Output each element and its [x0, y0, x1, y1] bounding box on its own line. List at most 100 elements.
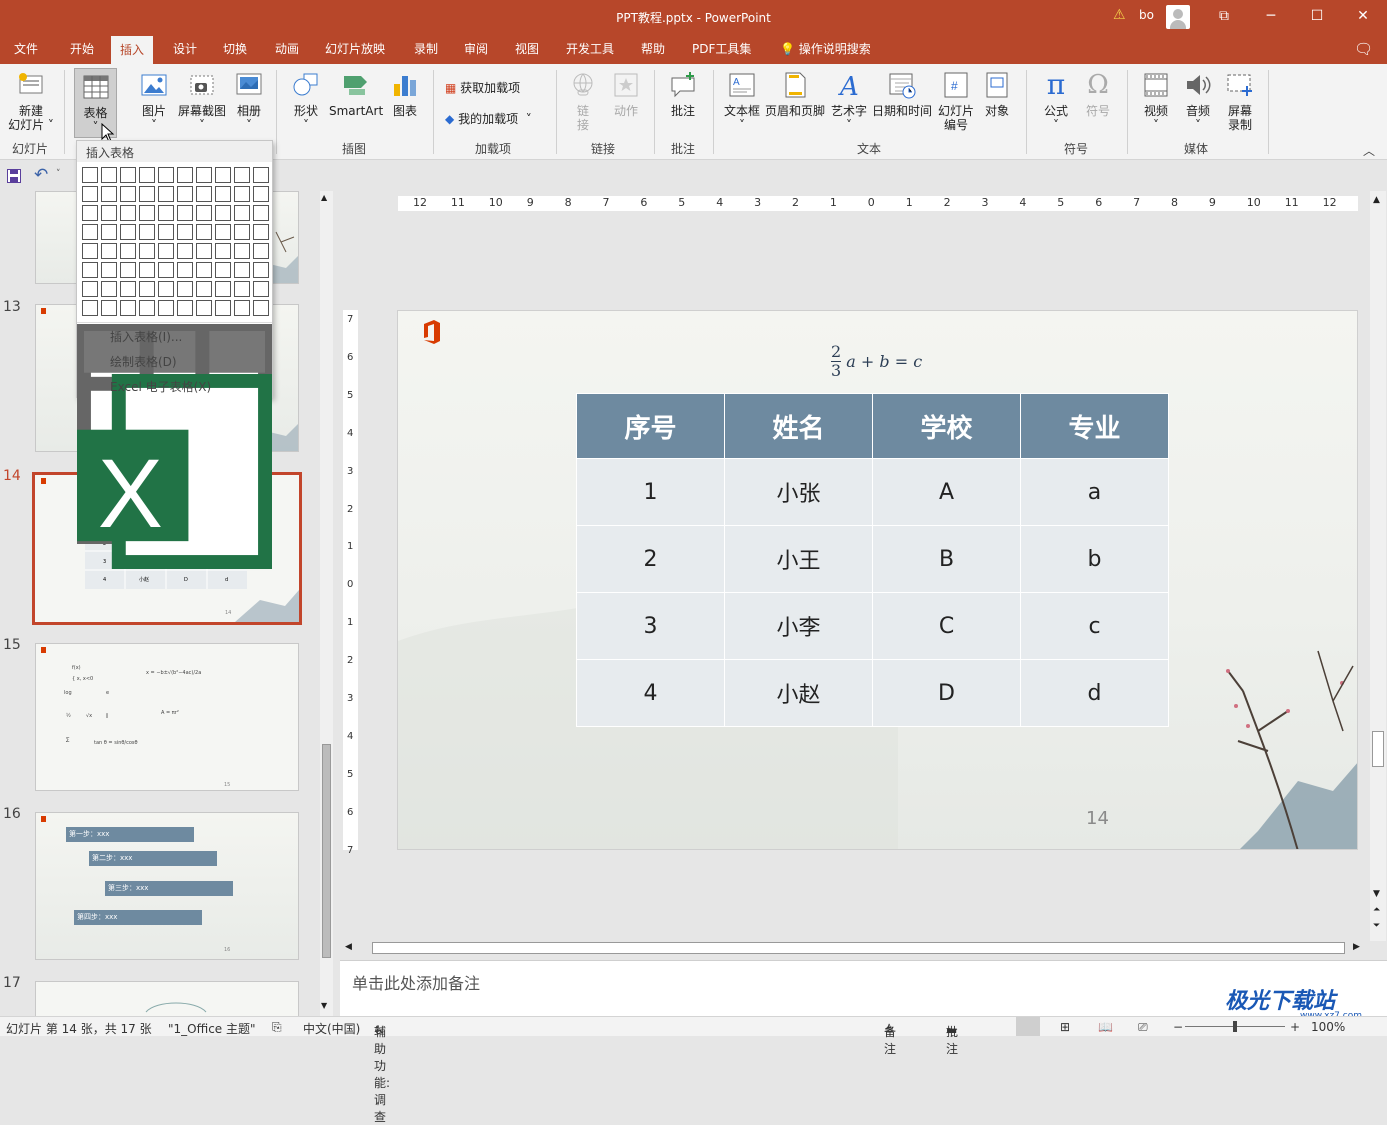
table-grid-cell[interactable]	[139, 262, 155, 278]
table-cell[interactable]: A	[872, 458, 1021, 526]
comment-button[interactable]: 批注	[665, 70, 701, 118]
table-cell[interactable]: C	[872, 592, 1021, 660]
table-grid-cell[interactable]	[101, 262, 117, 278]
table-grid-cell[interactable]	[215, 186, 231, 202]
table-header[interactable]: 姓名	[724, 393, 873, 459]
slide-canvas[interactable]: 2 3 a + b = c 序号 姓名 学校 专业 1 小张 Aa 2 小王 Bb 3小…	[397, 310, 1358, 850]
table-grid-cell[interactable]	[120, 243, 136, 259]
table-grid-cell[interactable]	[101, 281, 117, 297]
table-grid-cell[interactable]	[234, 186, 250, 202]
editor-vertical-scrollbar[interactable]: ▲ ▼ ⏶ ⏷	[1370, 191, 1386, 941]
collapse-ribbon-icon[interactable]: ︿	[1363, 142, 1375, 159]
table-grid-cell[interactable]	[139, 186, 155, 202]
table-grid-cell[interactable]	[82, 167, 98, 183]
video-button[interactable]: 视频 ˅	[1138, 70, 1174, 132]
action-button[interactable]: 动作	[608, 70, 644, 118]
zoom-level[interactable]: 100%	[1311, 1020, 1345, 1034]
table-cell[interactable]: c	[1020, 592, 1169, 660]
scrollbar-thumb[interactable]	[372, 942, 1345, 954]
previous-slide-icon[interactable]: ⏶	[1373, 905, 1380, 915]
table-grid-cell[interactable]	[120, 167, 136, 183]
my-addins-button[interactable]: ◆ 我的加载项 ˅	[445, 110, 532, 127]
tab-file[interactable]: 文件	[12, 34, 40, 64]
table-grid-cell[interactable]	[120, 224, 136, 240]
table-grid-cell[interactable]	[215, 281, 231, 297]
table-grid-cell[interactable]	[158, 300, 174, 316]
table-grid-cell[interactable]	[101, 300, 117, 316]
table-grid-cell[interactable]	[215, 167, 231, 183]
table-cell[interactable]: 1	[576, 458, 725, 526]
table-grid-cell[interactable]	[120, 262, 136, 278]
table-cell[interactable]: 小张	[724, 458, 873, 526]
table-grid-cell[interactable]	[158, 167, 174, 183]
table-cell[interactable]: 4	[576, 659, 725, 727]
table-grid-cell[interactable]	[82, 281, 98, 297]
table-header[interactable]: 学校	[872, 393, 1021, 459]
undo-icon[interactable]: ↶	[34, 165, 48, 185]
wordart-button[interactable]: A 艺术字 ˅	[829, 70, 869, 132]
reading-view-icon[interactable]: 📖	[1098, 1020, 1113, 1034]
photo-album-button[interactable]: 相册 ˅	[230, 70, 268, 132]
table-grid-cell[interactable]	[253, 281, 269, 297]
table-header[interactable]: 专业	[1020, 393, 1169, 459]
scroll-left-icon[interactable]: ◀	[345, 942, 352, 952]
table-grid-cell[interactable]	[158, 281, 174, 297]
tab-home[interactable]: 开始	[68, 34, 96, 64]
zoom-out-button[interactable]: −	[1173, 1020, 1183, 1034]
tab-animations[interactable]: 动画	[273, 34, 301, 64]
table-grid-cell[interactable]	[82, 243, 98, 259]
table-grid-cell[interactable]	[82, 300, 98, 316]
table-grid-cell[interactable]	[177, 167, 193, 183]
scroll-right-icon[interactable]: ▶	[1353, 942, 1360, 952]
link-button[interactable]: 链接	[566, 70, 600, 132]
table-header[interactable]: 序号	[576, 393, 725, 459]
chart-button[interactable]: 图表	[388, 70, 422, 118]
table-grid-cell[interactable]	[101, 224, 117, 240]
scroll-up-icon[interactable]: ▲	[1373, 195, 1380, 205]
table-grid-cell[interactable]	[196, 186, 212, 202]
thumbnails-scrollbar[interactable]: ▲ ▼	[320, 191, 333, 1016]
table-grid-cell[interactable]	[158, 186, 174, 202]
next-slide-icon[interactable]: ⏷	[1373, 921, 1380, 931]
tab-developer[interactable]: 开发工具	[564, 34, 616, 64]
table-grid-cell[interactable]	[253, 300, 269, 316]
equation[interactable]: 2 3 a + b = c	[831, 343, 922, 380]
scrollbar-thumb[interactable]	[1372, 731, 1384, 767]
shapes-button[interactable]: 形状 ˅	[288, 70, 324, 132]
table-grid-cell[interactable]	[234, 281, 250, 297]
table-grid-cell[interactable]	[196, 243, 212, 259]
table-grid-cell[interactable]	[177, 205, 193, 221]
table-cell[interactable]: a	[1020, 458, 1169, 526]
table-grid-cell[interactable]	[177, 300, 193, 316]
table-grid-cell[interactable]	[120, 205, 136, 221]
table-grid-cell[interactable]	[196, 281, 212, 297]
table-grid-cell[interactable]	[120, 300, 136, 316]
table-grid-cell[interactable]	[120, 186, 136, 202]
equation-button[interactable]: π 公式 ˅	[1036, 70, 1076, 133]
zoom-slider-thumb[interactable]	[1233, 1021, 1237, 1032]
table-grid-cell[interactable]	[158, 205, 174, 221]
table-grid-cell[interactable]	[215, 262, 231, 278]
maximize-button[interactable]: ☐	[1294, 0, 1340, 34]
table-grid-cell[interactable]	[215, 243, 231, 259]
table-grid-cell[interactable]	[177, 262, 193, 278]
tab-design[interactable]: 设计	[171, 34, 199, 64]
table-grid-cell[interactable]	[177, 186, 193, 202]
screenshot-button[interactable]: 屏幕截图 ˅	[176, 70, 228, 132]
table-grid-cell[interactable]	[215, 224, 231, 240]
excel-spreadsheet-menu-item[interactable]: X Excel 电子表格(X)	[77, 374, 272, 569]
table-cell[interactable]: B	[872, 525, 1021, 593]
scroll-up-icon[interactable]: ▲	[321, 193, 327, 202]
audio-button[interactable]: 音频 ˅	[1180, 70, 1216, 132]
table-grid-cell[interactable]	[101, 205, 117, 221]
table-grid-cell[interactable]	[253, 262, 269, 278]
table-grid-cell[interactable]	[215, 300, 231, 316]
data-table[interactable]: 序号 姓名 学校 专业 1 小张 Aa 2 小王 Bb 3 小李 Cc 4 小赵 Dd	[576, 393, 1169, 727]
textbox-button[interactable]: A 文本框 ˅	[722, 70, 762, 132]
table-grid-cell[interactable]	[253, 243, 269, 259]
pictures-button[interactable]: 图片 ˅	[136, 70, 172, 132]
tab-view[interactable]: 视图	[513, 34, 541, 64]
table-grid-cell[interactable]	[82, 262, 98, 278]
table-grid-cell[interactable]	[139, 167, 155, 183]
tab-review[interactable]: 审阅	[462, 34, 490, 64]
